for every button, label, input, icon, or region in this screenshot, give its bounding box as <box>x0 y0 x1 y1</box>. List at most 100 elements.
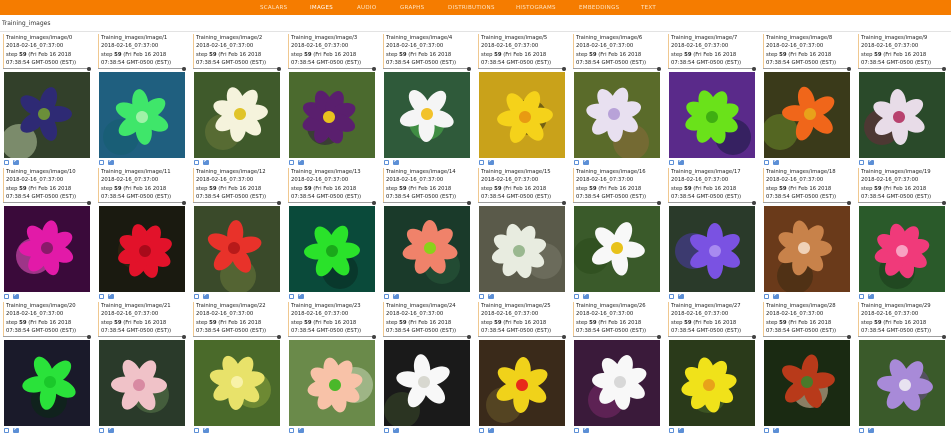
expand-icon[interactable] <box>194 428 199 433</box>
step-slider-track[interactable] <box>478 336 565 337</box>
image-thumbnail[interactable] <box>574 72 660 158</box>
expand-icon[interactable] <box>859 294 864 299</box>
step-slider-track[interactable] <box>763 68 850 69</box>
image-settings-icon[interactable] <box>393 428 399 433</box>
image-thumbnail[interactable] <box>859 72 945 158</box>
expand-icon[interactable] <box>669 294 674 299</box>
step-slider-knob[interactable] <box>277 334 281 339</box>
image-settings-icon[interactable] <box>488 294 494 299</box>
image-settings-icon[interactable] <box>203 428 209 433</box>
expand-icon[interactable] <box>574 160 579 165</box>
image-thumbnail[interactable] <box>384 206 470 292</box>
image-settings-icon[interactable] <box>13 428 19 433</box>
tab-distributions[interactable]: DISTRIBUTIONS <box>448 5 495 11</box>
image-settings-icon[interactable] <box>678 160 684 165</box>
image-thumbnail[interactable] <box>289 206 375 292</box>
image-settings-icon[interactable] <box>203 294 209 299</box>
image-settings-icon[interactable] <box>203 160 209 165</box>
expand-icon[interactable] <box>4 294 9 299</box>
image-settings-icon[interactable] <box>773 294 779 299</box>
image-thumbnail[interactable] <box>669 340 755 426</box>
step-slider-track[interactable] <box>763 202 850 203</box>
tab-histograms[interactable]: HISTOGRAMS <box>516 5 556 11</box>
image-settings-icon[interactable] <box>108 294 114 299</box>
image-thumbnail[interactable] <box>859 340 945 426</box>
step-slider-knob[interactable] <box>372 200 376 205</box>
image-settings-icon[interactable] <box>393 160 399 165</box>
image-thumbnail[interactable] <box>289 340 375 426</box>
expand-icon[interactable] <box>289 428 294 433</box>
expand-icon[interactable] <box>479 428 484 433</box>
expand-icon[interactable] <box>384 294 389 299</box>
step-slider-track[interactable] <box>193 336 280 337</box>
image-settings-icon[interactable] <box>773 428 779 433</box>
step-slider-knob[interactable] <box>752 66 756 71</box>
step-slider-track[interactable] <box>573 68 660 69</box>
step-slider-track[interactable] <box>763 336 850 337</box>
image-settings-icon[interactable] <box>583 428 589 433</box>
image-thumbnail[interactable] <box>669 72 755 158</box>
image-thumbnail[interactable] <box>99 72 185 158</box>
expand-icon[interactable] <box>194 160 199 165</box>
image-thumbnail[interactable] <box>764 206 850 292</box>
image-settings-icon[interactable] <box>583 294 589 299</box>
image-thumbnail[interactable] <box>289 72 375 158</box>
step-slider-knob[interactable] <box>372 334 376 339</box>
step-slider-knob[interactable] <box>467 66 471 71</box>
image-thumbnail[interactable] <box>194 72 280 158</box>
step-slider-knob[interactable] <box>87 200 91 205</box>
step-slider-knob[interactable] <box>657 200 661 205</box>
step-slider-track[interactable] <box>383 336 470 337</box>
tab-text[interactable]: TEXT <box>641 5 656 11</box>
expand-icon[interactable] <box>194 294 199 299</box>
image-settings-icon[interactable] <box>488 428 494 433</box>
expand-icon[interactable] <box>99 294 104 299</box>
expand-icon[interactable] <box>764 160 769 165</box>
step-slider-track[interactable] <box>288 202 375 203</box>
image-settings-icon[interactable] <box>583 160 589 165</box>
image-thumbnail[interactable] <box>99 206 185 292</box>
image-settings-icon[interactable] <box>298 294 304 299</box>
expand-icon[interactable] <box>669 428 674 433</box>
step-slider-knob[interactable] <box>942 66 946 71</box>
expand-icon[interactable] <box>574 428 579 433</box>
expand-icon[interactable] <box>764 294 769 299</box>
tab-graphs[interactable]: GRAPHS <box>400 5 424 11</box>
image-thumbnail[interactable] <box>574 206 660 292</box>
step-slider-knob[interactable] <box>942 334 946 339</box>
step-slider-track[interactable] <box>288 68 375 69</box>
image-settings-icon[interactable] <box>868 160 874 165</box>
image-thumbnail[interactable] <box>859 206 945 292</box>
image-thumbnail[interactable] <box>194 340 280 426</box>
image-thumbnail[interactable] <box>384 340 470 426</box>
expand-icon[interactable] <box>384 160 389 165</box>
image-thumbnail[interactable] <box>4 340 90 426</box>
image-settings-icon[interactable] <box>773 160 779 165</box>
step-slider-knob[interactable] <box>847 200 851 205</box>
step-slider-knob[interactable] <box>562 334 566 339</box>
step-slider-knob[interactable] <box>467 334 471 339</box>
step-slider-track[interactable] <box>668 68 755 69</box>
expand-icon[interactable] <box>99 428 104 433</box>
step-slider-knob[interactable] <box>847 334 851 339</box>
expand-icon[interactable] <box>669 160 674 165</box>
image-thumbnail[interactable] <box>99 340 185 426</box>
image-settings-icon[interactable] <box>298 428 304 433</box>
step-slider-knob[interactable] <box>562 200 566 205</box>
expand-icon[interactable] <box>859 428 864 433</box>
expand-icon[interactable] <box>764 428 769 433</box>
step-slider-track[interactable] <box>98 68 185 69</box>
image-thumbnail[interactable] <box>574 340 660 426</box>
tab-images[interactable]: IMAGES <box>310 5 333 11</box>
image-thumbnail[interactable] <box>479 206 565 292</box>
step-slider-track[interactable] <box>668 336 755 337</box>
step-slider-knob[interactable] <box>87 334 91 339</box>
image-thumbnail[interactable] <box>669 206 755 292</box>
step-slider-knob[interactable] <box>467 200 471 205</box>
step-slider-track[interactable] <box>858 336 945 337</box>
tab-audio[interactable]: AUDIO <box>357 5 376 11</box>
image-thumbnail[interactable] <box>479 340 565 426</box>
step-slider-knob[interactable] <box>847 66 851 71</box>
expand-icon[interactable] <box>574 294 579 299</box>
step-slider-track[interactable] <box>478 68 565 69</box>
